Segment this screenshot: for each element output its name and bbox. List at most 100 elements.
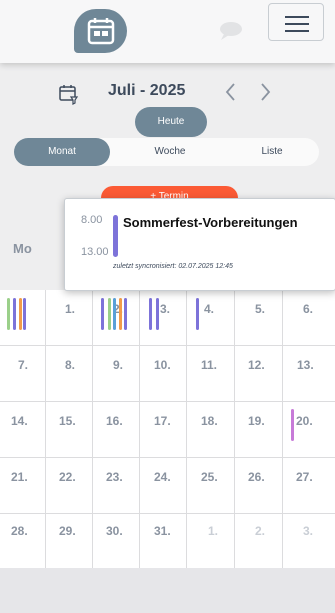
event-bar[interactable]: [291, 409, 294, 441]
event-bar[interactable]: [19, 298, 22, 330]
day-number: 7.: [18, 358, 29, 372]
tab-list[interactable]: Liste: [224, 138, 320, 166]
day-cell[interactable]: 9.: [93, 346, 140, 402]
today-button[interactable]: Heute: [135, 107, 207, 137]
day-cell[interactable]: 29.: [46, 514, 93, 568]
day-cell[interactable]: 15.: [46, 402, 93, 458]
event-bar[interactable]: [13, 298, 16, 330]
day-number: 21.: [11, 470, 28, 484]
day-number: 27.: [296, 470, 313, 484]
month-grid: 1. 2. 3. 4. 5. 6. 7. 8. 9. 10. 11. 12. 1…: [0, 290, 335, 568]
day-cell[interactable]: 17.: [140, 402, 187, 458]
day-cell[interactable]: 4.: [187, 290, 235, 346]
day-cell[interactable]: 2.: [235, 514, 283, 568]
day-number: 11.: [201, 358, 218, 372]
day-number: 12.: [248, 358, 265, 372]
day-number: 18.: [201, 414, 218, 428]
event-bar[interactable]: [7, 298, 10, 330]
day-cell[interactable]: 1.: [46, 290, 93, 346]
day-number: 1.: [208, 524, 219, 538]
day-number: 16.: [106, 414, 123, 428]
day-cell[interactable]: 7.: [0, 346, 46, 402]
day-number: 30.: [106, 524, 123, 538]
day-cell[interactable]: 22.: [46, 458, 93, 514]
day-cell[interactable]: 28.: [0, 514, 46, 568]
day-number: 25.: [201, 470, 218, 484]
previous-month-button[interactable]: [223, 81, 239, 103]
day-cell[interactable]: 23.: [93, 458, 140, 514]
day-number: 23.: [106, 470, 123, 484]
day-number: 15.: [59, 414, 76, 428]
day-number: 8.: [65, 358, 76, 372]
event-bar[interactable]: [156, 298, 159, 330]
day-cell[interactable]: 25.: [187, 458, 235, 514]
event-bar[interactable]: [23, 298, 26, 330]
event-bar[interactable]: [119, 298, 122, 330]
day-number: 3.: [160, 302, 171, 316]
day-cell[interactable]: 1.: [187, 514, 235, 568]
day-number: 26.: [248, 470, 265, 484]
weekday-monday: Mo: [13, 241, 32, 256]
event-bar[interactable]: [101, 298, 104, 330]
day-cell[interactable]: 26.: [235, 458, 283, 514]
app-header: [0, 0, 335, 63]
event-bar[interactable]: [149, 298, 152, 330]
day-cell[interactable]: 13.: [283, 346, 335, 402]
day-cell[interactable]: 8.: [46, 346, 93, 402]
calendar-logo-icon[interactable]: [74, 9, 127, 53]
event-bar[interactable]: [113, 298, 116, 330]
event-bar[interactable]: [124, 298, 127, 330]
day-cell[interactable]: 12.: [235, 346, 283, 402]
day-cell[interactable]: 11.: [187, 346, 235, 402]
day-number: 3.: [303, 524, 314, 538]
day-number: 28.: [11, 524, 28, 538]
chat-bubble-icon[interactable]: [218, 21, 244, 41]
day-number: 6.: [303, 302, 314, 316]
day-cell[interactable]: 5.: [235, 290, 283, 346]
day-number: 20.: [296, 414, 313, 428]
calendar-settings-icon[interactable]: [58, 83, 80, 105]
day-number: 2.: [255, 524, 266, 538]
day-number: 17.: [154, 414, 171, 428]
tab-month[interactable]: Monat: [14, 138, 110, 166]
day-cell[interactable]: 3.: [283, 514, 335, 568]
day-number: 5.: [255, 302, 266, 316]
day-cell[interactable]: 24.: [140, 458, 187, 514]
day-number: 10.: [154, 358, 171, 372]
day-number: 4.: [204, 302, 215, 316]
day-cell[interactable]: 31.: [140, 514, 187, 568]
month-title: Juli - 2025: [108, 82, 186, 99]
day-cell[interactable]: 19.: [235, 402, 283, 458]
next-month-button[interactable]: [257, 81, 273, 103]
day-number: 29.: [59, 524, 76, 538]
day-cell[interactable]: 6.: [283, 290, 335, 346]
day-cell[interactable]: 14.: [0, 402, 46, 458]
day-number: 22.: [59, 470, 76, 484]
sync-status: zuletzt syncronisiert: 02.07.2025 12:45: [113, 263, 233, 270]
day-number: 31.: [154, 524, 171, 538]
event-start-time: 8.00: [81, 214, 103, 226]
day-number: 24.: [154, 470, 171, 484]
menu-button[interactable]: [268, 3, 324, 41]
day-cell[interactable]: 27.: [283, 458, 335, 514]
day-cell[interactable]: 18.: [187, 402, 235, 458]
day-number: 14.: [11, 414, 28, 428]
tab-week[interactable]: Woche: [122, 138, 218, 166]
event-bar[interactable]: [196, 298, 199, 330]
day-cell[interactable]: 10.: [140, 346, 187, 402]
day-cell[interactable]: 3.: [140, 290, 187, 346]
event-bar[interactable]: [108, 298, 111, 330]
event-end-time: 13.00: [81, 246, 109, 258]
bottom-area: [0, 568, 335, 613]
day-cell[interactable]: 30.: [93, 514, 140, 568]
day-cell[interactable]: 21.: [0, 458, 46, 514]
day-number: 1.: [65, 302, 76, 316]
day-cell[interactable]: 16.: [93, 402, 140, 458]
view-toggle: Monat Woche Liste: [14, 138, 319, 166]
day-number: 13.: [297, 358, 314, 372]
day-number: 19.: [248, 414, 265, 428]
event-popup[interactable]: 8.00 13.00 Sommerfest-Vorbereitungen zul…: [64, 198, 335, 291]
day-number: 9.: [113, 358, 124, 372]
event-color-bar: [113, 215, 118, 257]
event-title: Sommerfest-Vorbereitungen: [123, 215, 298, 230]
